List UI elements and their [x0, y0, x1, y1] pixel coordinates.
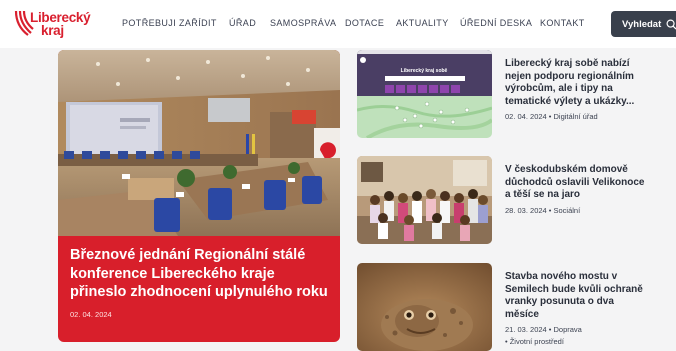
article-card[interactable]: Stavba nového mostu v Semilech bude kvůl… [357, 263, 657, 351]
featured-article-date: 02. 04. 2024 [70, 309, 112, 319]
logo-line-2: kraj [41, 23, 64, 38]
nav-item-urad[interactable]: ÚŘAD [229, 18, 270, 32]
search-icon [666, 19, 676, 30]
featured-article-title[interactable]: Březnové jednání Regionální stálé konfer… [70, 246, 332, 302]
screenshot-title: Liberecký kraj sobě [401, 68, 448, 74]
article-thumbnail [357, 263, 492, 351]
article-card[interactable]: V českodubském domově důchodců oslavili … [357, 156, 657, 246]
children-group-photo [357, 156, 492, 244]
featured-article[interactable]: Březnové jednání Regionální stálé konfer… [58, 50, 340, 342]
article-meta: V českodubském domově důchodců oslavili … [505, 164, 645, 217]
map-website-screenshot: Liberecký kraj sobě [357, 50, 492, 138]
nav-item-dotace[interactable]: DOTACE [345, 18, 396, 32]
article-title[interactable]: Stavba nového mostu v Semilech bude kvůl… [505, 271, 645, 321]
nav-item-potrebuji-zaridit[interactable]: POTŘEBUJI ZAŘÍDIT [122, 18, 229, 32]
article-date-category-line-1: 21. 03. 2024 • Doprava [505, 325, 582, 334]
article-date-category: 28. 03. 2024 • Sociální [505, 205, 581, 215]
article-thumbnail: Liberecký kraj sobě [357, 50, 492, 138]
nav-item-samosprava[interactable]: SAMOSPRÁVA [270, 18, 345, 32]
article-meta: Stavba nového mostu v Semilech bude kvůl… [505, 271, 645, 348]
article-date-category: 21. 03. 2024 • Doprava • Životní prostře… [505, 324, 645, 348]
logo-wordmark: Liberecký kraj [30, 11, 91, 38]
site-logo[interactable]: Liberecký kraj [14, 9, 91, 39]
article-title[interactable]: V českodubském domově důchodců oslavili … [505, 164, 645, 202]
article-title[interactable]: Liberecký kraj sobě nabízí nejen podporu… [505, 58, 645, 108]
nav-item-aktuality[interactable]: AKTUALITY [396, 18, 460, 32]
nav-item-kontakt[interactable]: KONTAKT [540, 18, 585, 32]
article-meta: Liberecký kraj sobě nabízí nejen podporu… [505, 58, 645, 123]
article-thumbnail [357, 156, 492, 244]
search-button[interactable]: Vyhledat [611, 11, 676, 37]
featured-article-caption: Březnové jednání Regionální stálé konfer… [70, 246, 332, 319]
conference-hall-photo [58, 50, 340, 236]
site-header: Liberecký kraj POTŘEBUJI ZAŘÍDIT ÚŘAD SA… [0, 0, 676, 48]
article-date-category: 02. 04. 2024 • Digitální úřad [505, 112, 598, 121]
search-button-label: Vyhledat [622, 18, 662, 30]
nav-item-uredni-deska[interactable]: ÚŘEDNÍ DESKA [460, 18, 540, 32]
fish-vranka-photo [357, 263, 492, 351]
main-nav: POTŘEBUJI ZAŘÍDIT ÚŘAD SAMOSPRÁVA DOTACE… [122, 18, 585, 32]
article-card[interactable]: Liberecký kraj sobě Liberecký kraj sobě … [357, 50, 657, 140]
article-date-category-line-2: • Životní prostředí [505, 337, 564, 346]
